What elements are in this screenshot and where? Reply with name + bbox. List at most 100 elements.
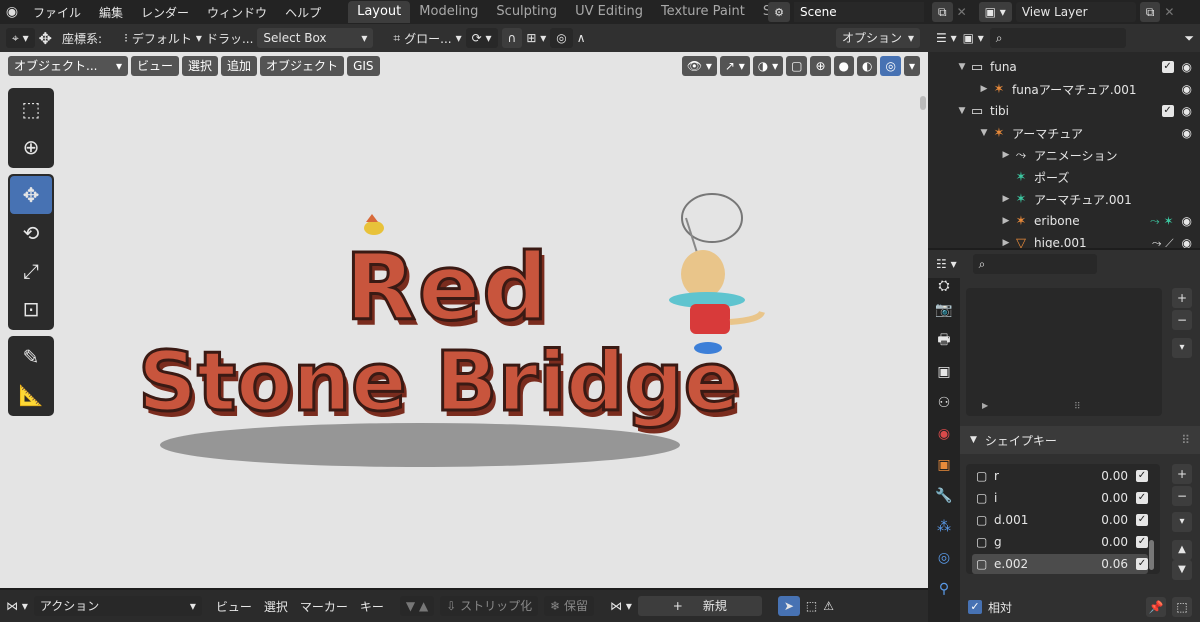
expand-icon[interactable]: ▶: [1000, 216, 1012, 226]
menu-render[interactable]: レンダー: [132, 4, 198, 21]
transform-tool-icon[interactable]: ⌖ ▾: [6, 28, 35, 48]
shape-key-mute-checkbox[interactable]: ✓: [1136, 558, 1148, 570]
collapse-icon[interactable]: ▼: [956, 106, 968, 116]
collapse-icon[interactable]: ▼: [956, 62, 968, 72]
shape-key-mute-checkbox[interactable]: ✓: [1136, 470, 1148, 482]
editor-mode-dropdown[interactable]: アクション ▾: [33, 596, 202, 616]
proportional-edit-icon[interactable]: ◎: [550, 28, 573, 48]
expand-icon[interactable]: ▶: [1000, 238, 1012, 248]
scene-name-field[interactable]: Scene: [794, 2, 924, 22]
copy-layer-icon[interactable]: ⧉: [1139, 2, 1161, 22]
modifier-tab-icon[interactable]: 🔧: [928, 480, 960, 511]
pin-icon[interactable]: 📌: [1146, 597, 1166, 617]
output-tab-icon[interactable]: 🖶: [928, 325, 960, 356]
tab-texture-paint[interactable]: Texture Paint: [652, 1, 754, 23]
eye-icon[interactable]: ◉: [1182, 60, 1192, 74]
expand-icon[interactable]: ▶: [978, 84, 990, 94]
expand-icon[interactable]: ▶: [1000, 150, 1012, 160]
copy-scene-icon[interactable]: ⧉: [932, 2, 953, 22]
view-layer-tab-icon[interactable]: ▣: [928, 356, 960, 387]
world-tab-icon[interactable]: ◉: [928, 418, 960, 449]
outliner-search-input[interactable]: ⌕: [989, 28, 1126, 48]
shape-key-mute-checkbox[interactable]: ✓: [1136, 514, 1148, 526]
shape-key-row[interactable]: ▢ d.001 0.00 ✓: [972, 510, 1148, 530]
drag-select-dropdown[interactable]: Select Box ▾: [257, 28, 374, 48]
outliner-row[interactable]: ▼ ▭ tibi ✓ ◉: [928, 100, 1200, 122]
collapse-icon[interactable]: ▼: [978, 128, 990, 138]
menu-file[interactable]: ファイル: [24, 4, 90, 21]
transform-orientation-dropdown[interactable]: グロー...: [404, 30, 451, 47]
render-tab-icon[interactable]: 📷: [928, 294, 960, 325]
tool-tab-icon[interactable]: ⛭: [928, 278, 960, 294]
outliner-row[interactable]: ▶ ⤳ アニメーション: [928, 144, 1200, 166]
tab-sculpting[interactable]: Sculpting: [487, 1, 566, 23]
shape-key-row-selected[interactable]: ▢ e.002 0.06 ✓: [972, 554, 1148, 574]
resize-handle[interactable]: ⠿: [1074, 402, 1081, 412]
move-gizmo-icon[interactable]: ✥: [39, 29, 52, 48]
vertex-group-menu-button[interactable]: ▾: [1172, 338, 1192, 358]
clear-icon[interactable]: ⬚: [1172, 597, 1192, 617]
shape-key-row[interactable]: ▢ i 0.00 ✓: [972, 488, 1148, 508]
snap-magnet-icon[interactable]: ∩: [501, 28, 523, 48]
pivot-icon[interactable]: ⌗: [393, 31, 400, 46]
outliner-row[interactable]: ▼ ▭ funa ✓ ◉: [928, 56, 1200, 78]
shape-key-value[interactable]: 0.00: [1088, 535, 1128, 549]
add-shape-key-button[interactable]: +: [1172, 464, 1192, 484]
viewport-scrollbar[interactable]: [920, 96, 926, 110]
falloff-icon[interactable]: ∧: [577, 31, 586, 45]
layer-arrows-icon[interactable]: ▼ ▲: [399, 596, 435, 616]
menu-select[interactable]: 選択: [264, 598, 288, 615]
close-icon[interactable]: ✕: [1164, 5, 1174, 19]
menu-marker[interactable]: マーカー: [300, 598, 348, 615]
properties-search-input[interactable]: ⌕: [972, 254, 1097, 274]
menu-edit[interactable]: 編集: [90, 4, 132, 21]
menu-window[interactable]: ウィンドウ: [198, 4, 276, 21]
pivot-point-icon[interactable]: ⟳ ▾: [465, 28, 498, 48]
eye-icon[interactable]: ◉: [1182, 82, 1192, 96]
outliner-row[interactable]: ▶ ✶ eribone ⤳ ✶ ◉: [928, 210, 1200, 232]
editor-type-icon[interactable]: ☷ ▾: [936, 257, 957, 271]
shape-key-value[interactable]: 0.00: [1088, 513, 1128, 527]
action-type-icon[interactable]: ⋈ ▾: [610, 599, 632, 613]
list-scrollbar[interactable]: [1149, 540, 1154, 570]
eye-icon[interactable]: ◉: [1182, 236, 1192, 248]
view-layer-field[interactable]: View Layer: [1015, 2, 1136, 22]
shape-key-row[interactable]: ▢ r 0.00 ✓: [972, 466, 1148, 486]
menu-view[interactable]: ビュー: [216, 598, 252, 615]
add-vertex-group-button[interactable]: +: [1172, 288, 1192, 308]
shape-keys-panel-header[interactable]: ▼ シェイプキー ⠿: [960, 426, 1200, 454]
select-icon[interactable]: ➤: [777, 596, 800, 616]
remove-vertex-group-button[interactable]: −: [1172, 310, 1192, 330]
eye-icon[interactable]: ◉: [1182, 214, 1192, 228]
outliner-row[interactable]: ▶ ✶ アーマチュア.001: [928, 188, 1200, 210]
remove-shape-key-button[interactable]: −: [1172, 486, 1192, 506]
collection-checkbox[interactable]: ✓: [1161, 61, 1174, 73]
particles-tab-icon[interactable]: ⁂: [928, 511, 960, 542]
eye-icon[interactable]: ◉: [1182, 104, 1192, 118]
close-icon[interactable]: ✕: [957, 5, 967, 19]
menu-key[interactable]: キー: [360, 598, 384, 615]
object-tab-icon[interactable]: ▣: [928, 449, 960, 480]
outliner-row[interactable]: ✶ ポーズ: [928, 166, 1200, 188]
snap-target-icon[interactable]: ⊞ ▾: [526, 31, 546, 45]
3d-viewport[interactable]: オブジェクト... ▾ ビュー 選択 追加 オブジェクト GIS 👁 ▾ ↗ ▾ …: [0, 52, 928, 588]
tab-modeling[interactable]: Modeling: [410, 1, 487, 23]
shape-key-menu-button[interactable]: ▾: [1172, 512, 1192, 532]
display-mode-icon[interactable]: ☰ ▾: [936, 31, 957, 45]
eye-icon[interactable]: ◉: [1182, 126, 1192, 140]
blender-logo-icon[interactable]: ◉: [0, 0, 24, 24]
tab-layout[interactable]: Layout: [348, 1, 411, 23]
shape-key-row[interactable]: ▢ g 0.00 ✓: [972, 532, 1148, 552]
scene-tab-icon[interactable]: ⚇: [928, 387, 960, 418]
shape-key-mute-checkbox[interactable]: ✓: [1136, 492, 1148, 504]
physics-tab-icon[interactable]: ◎: [928, 542, 960, 573]
shape-key-value[interactable]: 0.06: [1088, 557, 1128, 571]
outliner-row[interactable]: ▶ ✶ funaアーマチュア.001 ◉: [928, 78, 1200, 100]
editor-type-icon[interactable]: ⋈ ▾: [6, 599, 28, 613]
drag-handle-icon[interactable]: ⠿: [1181, 433, 1190, 447]
shape-key-value[interactable]: 0.00: [1088, 469, 1128, 483]
shape-key-value[interactable]: 0.00: [1088, 491, 1128, 505]
collection-checkbox[interactable]: ✓: [1161, 105, 1174, 117]
outliner-row[interactable]: ▶ ▽ hige.001 ⤳ ⟋ ◉: [928, 232, 1200, 249]
orientation-dropdown[interactable]: デフォルト: [132, 30, 192, 47]
